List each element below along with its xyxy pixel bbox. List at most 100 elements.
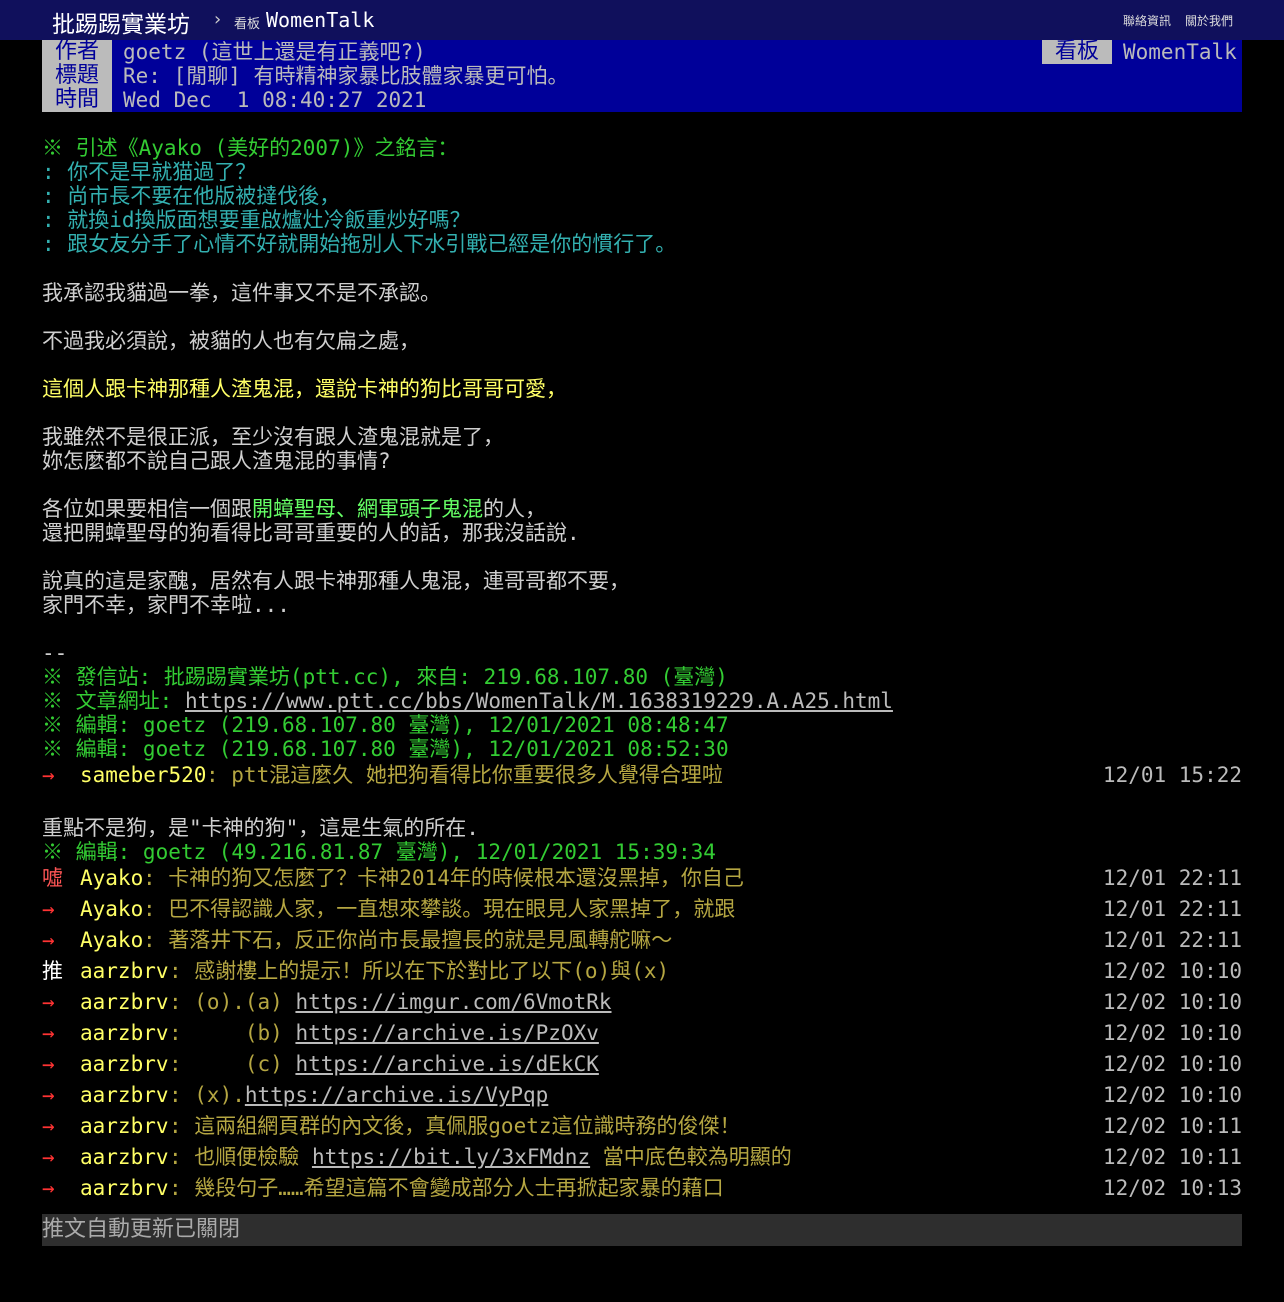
push-user: Ayako — [80, 928, 144, 952]
push-user: aarzbrv — [80, 1021, 169, 1045]
push-user: aarzbrv — [80, 1145, 169, 1169]
push-user: aarzbrv — [80, 990, 169, 1014]
quote-line: : 跟女友分手了心情不好就開始拖別人下水引戰已經是你的慣行了。 — [42, 232, 677, 256]
body-paragraph: 不過我必須說，被貓的人也有欠扁之處， — [42, 329, 420, 353]
body-text: 的人， — [483, 497, 546, 521]
board-value: WomenTalk — [1123, 40, 1237, 64]
edit-line: ※ 編輯: goetz (219.68.107.80 臺灣), 12/01/20… — [42, 713, 729, 737]
meta-time-row: 時間 Wed Dec 1 08:40:27 2021 — [42, 88, 1242, 112]
push-auto-update-closed: 推文自動更新已關閉 — [42, 1214, 1242, 1246]
push-tag: → — [42, 990, 55, 1014]
breadcrumb-board-label: 看板 — [234, 17, 261, 32]
push-link[interactable]: https://bit.ly/3xFMdnz — [312, 1145, 590, 1169]
push-content: : (x).https://archive.is/VyPqp — [169, 1081, 548, 1109]
push-row: 噓 Ayako: 卡神的狗又怎麼了？卡神2014年的時候根本還沒黑掉，你自己 12/… — [42, 864, 1242, 892]
author-tag: 作者 — [42, 40, 112, 64]
push-tag: → — [42, 928, 55, 952]
edit-line: ※ 編輯: goetz (49.216.81.87 臺灣), 12/01/202… — [42, 840, 716, 864]
push-tag: → — [42, 1176, 55, 1200]
push-user: aarzbrv — [80, 1083, 169, 1107]
push-row: → aarzbrv: 這兩組網頁群的內文後，真佩服goetz這位識時務的俊傑！ 12… — [42, 1112, 1242, 1140]
push-row: → aarzbrv: (x).https://archive.is/VyPqp 12… — [42, 1081, 1242, 1109]
reply-text: 重點不是狗，是"卡神的狗"，這是生氣的所在. — [42, 816, 479, 840]
push-link[interactable]: https://archive.is/VyPqp — [245, 1083, 548, 1107]
push-content-text: : 著落井下石，反正你尚市長最擅長的就是見風轉舵嘛～ — [143, 928, 673, 952]
time-value: Wed Dec 1 08:40:27 2021 — [123, 88, 427, 112]
push-content: : 也順便檢驗 https://bit.ly/3xFMdnz 當中底色較為明顯的 — [169, 1143, 792, 1171]
push-content: : 這兩組網頁群的內文後，真佩服goetz這位識時務的俊傑！ — [169, 1112, 741, 1140]
push-row: → aarzbrv: (c) https://archive.is/dEkCK 12… — [42, 1050, 1242, 1078]
quote-line: : 尚市長不要在他版被撻伐後， — [42, 184, 341, 208]
push-link[interactable]: https://archive.is/dEkCK — [295, 1052, 598, 1076]
push-tag: 推 — [42, 959, 63, 983]
push-time: 12/01 22:11 — [1102, 897, 1242, 921]
quote-header: ※ 引述《Ayako (美好的2007)》之銘言： — [42, 136, 459, 160]
push-content: : (b) https://archive.is/PzOXv — [169, 1019, 599, 1047]
push-content: : ptt混這麼久 她把狗看得比你重要很多人覺得合理啦 — [206, 763, 723, 787]
push-content-text: : (o).(a) — [169, 990, 296, 1014]
push-content-text: : 卡神的狗又怎麼了？卡神2014年的時候根本還沒黑掉，你自己 — [143, 866, 744, 890]
push-row: → Ayako: 著落井下石，反正你尚市長最擅長的就是見風轉舵嘛～ 12/01 22… — [42, 926, 1242, 954]
push-row: 推 aarzbrv: 感謝樓上的提示！所以在下於對比了以下(o)與(x) 12/02… — [42, 957, 1242, 985]
push-row: → aarzbrv: (o).(a) https://imgur.com/6Vmo… — [42, 988, 1242, 1016]
body-paragraph: 我雖然不是很正派，至少沒有跟人渣鬼混就是了， — [42, 425, 504, 449]
push-row: → Ayako: 巴不得認識人家，一直想來攀談。現在眼見人家黑掉了，就跟 12/01… — [42, 895, 1242, 923]
push-content: : (o).(a) https://imgur.com/6VmotRk — [169, 988, 612, 1016]
push-row: → sameber520 : ptt混這麼久 她把狗看得比你重要很多人覺得合理啦… — [42, 761, 1242, 789]
article-url-link[interactable]: https://www.ptt.cc/bbs/WomenTalk/M.16383… — [185, 689, 893, 713]
push-user: sameber520 — [80, 763, 207, 787]
signature-dash: -- — [42, 641, 68, 665]
push-content-text: : (x). — [169, 1083, 245, 1107]
push-tag: → — [42, 1145, 55, 1169]
push-content-text: : 感謝樓上的提示！所以在下於對比了以下(o)與(x) — [169, 959, 670, 983]
push-tag: → — [42, 1021, 55, 1045]
meta-author-row: 作者 goetz (這世上還是有正義吧?) 看板 WomenTalk — [42, 40, 1242, 64]
body-text: 各位如果要相信一個跟 — [42, 497, 252, 521]
top-bar: 批踢踢實業坊 › 看板 WomenTalk 聯絡資訊 關於我們 — [0, 0, 1284, 40]
title-value: Re: [閒聊] 有時精神家暴比肢體家暴更可怕。 — [123, 64, 569, 88]
body-highlight-text: 開蟑聖母、網軍頭子鬼混 — [252, 497, 483, 521]
contact-link[interactable]: 聯絡資訊 — [1123, 12, 1171, 29]
push-time: 12/02 10:13 — [1102, 1176, 1242, 1200]
push-row: → aarzbrv: 也順便檢驗 https://bit.ly/3xFMdnz 當… — [42, 1143, 1242, 1171]
body-paragraph: 說真的這是家醜，居然有人跟卡神那種人鬼混，連哥哥都不要， — [42, 569, 630, 593]
push-time: 12/02 10:11 — [1102, 1114, 1242, 1138]
body-paragraph-highlight: 這個人跟卡神那種人渣鬼混，還說卡神的狗比哥哥可愛， — [42, 377, 567, 401]
push-content-text: : (c) — [169, 1052, 296, 1076]
body-paragraph: 妳怎麼都不說自己跟人渣鬼混的事情? — [42, 449, 391, 473]
push-tag: → — [42, 763, 55, 787]
push-user: Ayako — [80, 866, 144, 890]
site-name-link[interactable]: 批踢踢實業坊 — [52, 5, 190, 39]
push-time: 12/02 10:10 — [1102, 1083, 1242, 1107]
push-tag: 噓 — [42, 866, 63, 890]
push-tag: → — [42, 1114, 55, 1138]
push-time: 12/02 10:10 — [1102, 990, 1242, 1014]
push-user: aarzbrv — [80, 959, 169, 983]
push-content-text: 當中底色較為明顯的 — [590, 1145, 792, 1169]
breadcrumb-board-link[interactable]: WomenTalk — [266, 8, 374, 32]
quote-line: : 就換id換版面想要重啟爐灶冷飯重炒好嗎？ — [42, 208, 471, 232]
title-tag: 標題 — [42, 64, 112, 88]
push-tag: → — [42, 897, 55, 921]
push-time: 12/01 15:22 — [1102, 763, 1242, 787]
push-content: : 著落井下石，反正你尚市長最擅長的就是見風轉舵嘛～ — [143, 926, 672, 954]
push-content: : 感謝樓上的提示！所以在下於對比了以下(o)與(x) — [169, 957, 669, 985]
author-value: goetz (這世上還是有正義吧?) — [123, 40, 426, 64]
article-url-line: ※ 文章網址: https://www.ptt.cc/bbs/WomenTalk… — [42, 689, 893, 713]
push-link[interactable]: https://imgur.com/6VmotRk — [295, 990, 611, 1014]
push-time: 12/02 10:11 — [1102, 1145, 1242, 1169]
about-link[interactable]: 關於我們 — [1185, 12, 1233, 29]
push-content-text: : (b) — [169, 1021, 296, 1045]
push-tag: → — [42, 1052, 55, 1076]
quote-line: : 你不是早就猫過了？ — [42, 160, 257, 184]
push-link[interactable]: https://archive.is/PzOXv — [295, 1021, 598, 1045]
meta-title-row: 標題 Re: [閒聊] 有時精神家暴比肢體家暴更可怕。 — [42, 64, 1242, 88]
body-paragraph: 各位如果要相信一個跟開蟑聖母、網軍頭子鬼混的人， — [42, 497, 546, 521]
push-user: aarzbrv — [80, 1052, 169, 1076]
sent-from-line: ※ 發信站: 批踢踢實業坊(ptt.cc), 來自: 219.68.107.80… — [42, 665, 728, 689]
push-user: Ayako — [80, 897, 144, 921]
push-content-text: : 巴不得認識人家，一直想來攀談。現在眼見人家黑掉了，就跟 — [143, 897, 736, 921]
body-paragraph: 還把開蟑聖母的狗看得比哥哥重要的人的話，那我沒話說. — [42, 521, 580, 545]
push-content-text: : 這兩組網頁群的內文後，真佩服goetz這位識時務的俊傑！ — [169, 1114, 741, 1138]
push-content: : 幾段句子……希望這篇不會變成部分人士再掀起家暴的藉口 — [169, 1174, 724, 1202]
